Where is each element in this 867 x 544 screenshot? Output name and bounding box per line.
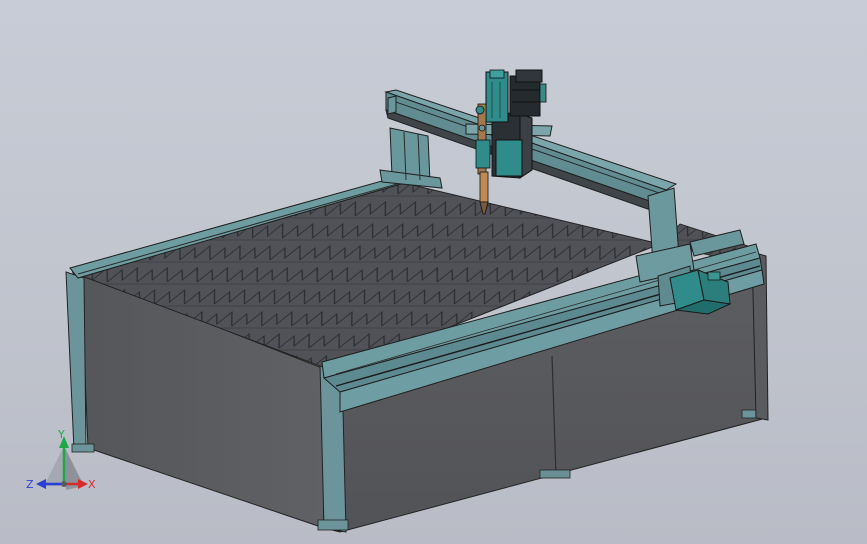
- x-axis-motor[interactable]: [485, 69, 509, 123]
- cad-viewport[interactable]: Y X Z: [0, 0, 867, 544]
- triad-x-label: X: [88, 478, 96, 491]
- triad-y-label: Y: [57, 428, 65, 441]
- model-canvas[interactable]: Y X Z: [0, 0, 867, 544]
- z-axis-motor[interactable]: [509, 69, 547, 117]
- triad-z-label: Z: [26, 478, 34, 491]
- table-leg: [65, 271, 87, 451]
